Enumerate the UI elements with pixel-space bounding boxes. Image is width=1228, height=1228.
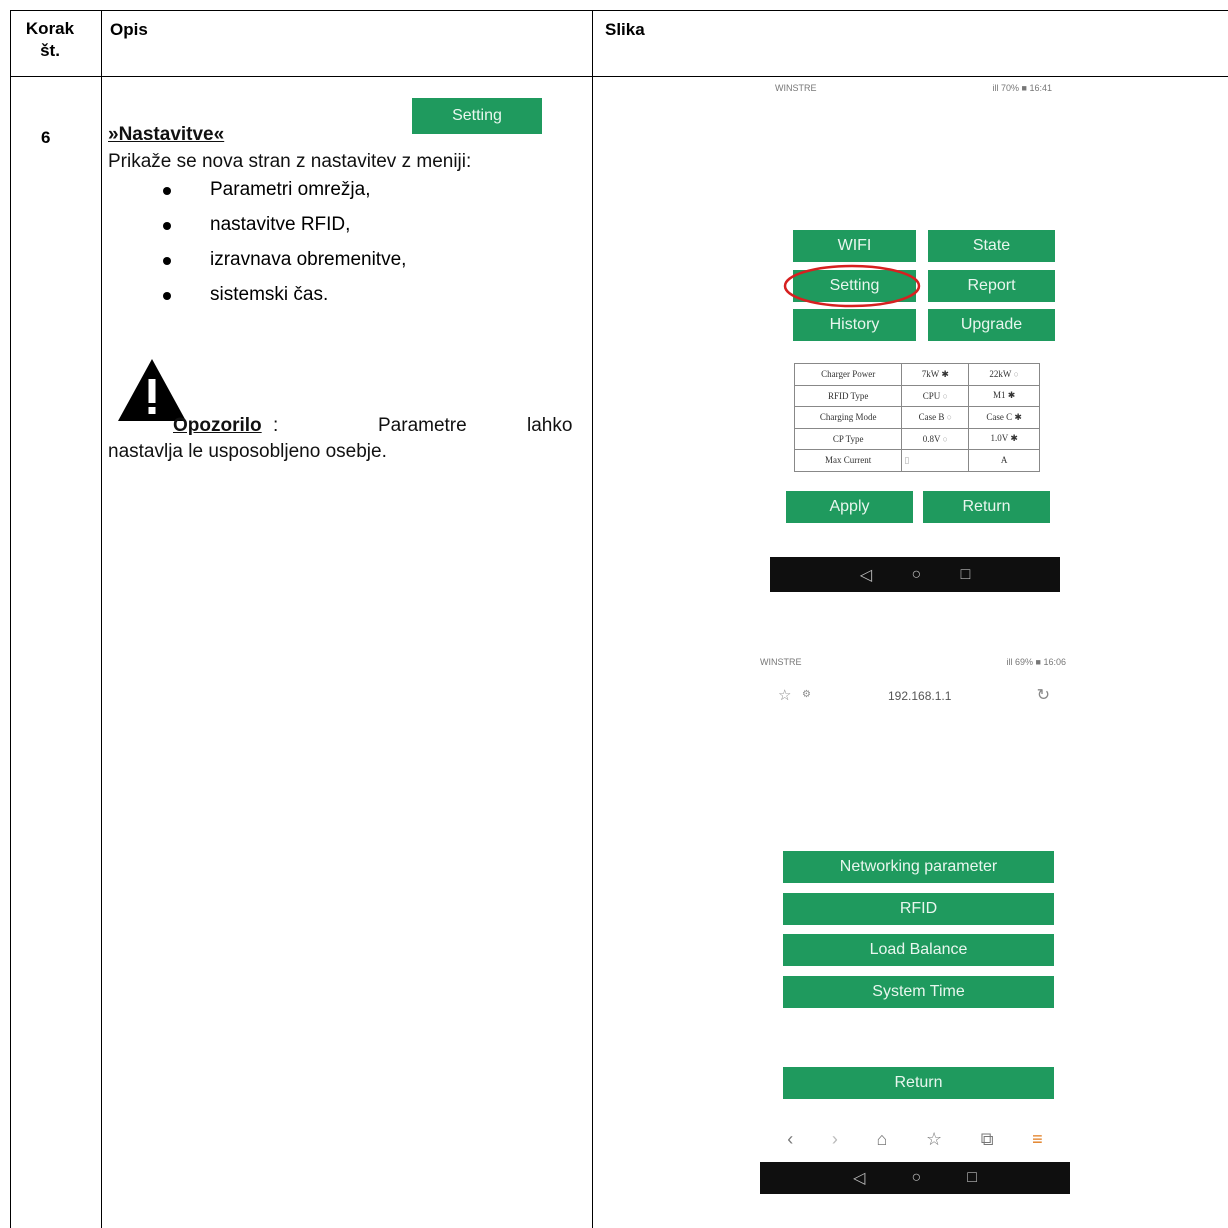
state-button[interactable]: State xyxy=(928,230,1055,262)
row-label: Charger Power xyxy=(793,363,903,386)
phone-screenshot-settings-menu: WINSTRE ill 69% ■ 16:06 ☆ ⚙ 192.168.1.1 … xyxy=(760,652,1070,1194)
reload-icon[interactable]: ↻ xyxy=(1037,685,1050,705)
option-cell[interactable]: Case B ○ xyxy=(901,406,970,429)
networking-parameter-button[interactable]: Networking parameter xyxy=(783,851,1054,883)
wifi-button[interactable]: WIFI xyxy=(793,230,916,262)
setting-button-example: Setting xyxy=(412,98,542,134)
option-cell[interactable]: M1 ✱ xyxy=(968,384,1040,407)
list-item: sistemski čas. xyxy=(160,283,406,318)
browser-forward-icon[interactable]: › xyxy=(832,1129,838,1150)
column-divider-2 xyxy=(592,10,593,1228)
option-cell[interactable]: Case C ✱ xyxy=(968,406,1040,429)
browser-bottom-bar: ‹ › ⌂ ☆ ⧉ ≡ xyxy=(760,1120,1070,1158)
browser-url-bar: ☆ ⚙ 192.168.1.1 ↻ xyxy=(760,680,1070,714)
settings-table: Charger Power 7kW ✱ 22kW ○ RFID Type CPU… xyxy=(793,363,1040,472)
table-row: Charging Mode Case B ○ Case C ✱ xyxy=(793,406,1040,429)
menu-icon[interactable]: ≡ xyxy=(1032,1129,1043,1150)
carrier-label: WINSTRE xyxy=(760,657,802,667)
list-item: izravnava obremenitve, xyxy=(160,248,406,283)
table-border-top xyxy=(10,10,1228,11)
report-button[interactable]: Report xyxy=(928,270,1055,302)
load-balance-button[interactable]: Load Balance xyxy=(783,934,1054,966)
header-description: Opis xyxy=(110,20,148,39)
browser-home-icon[interactable]: ⌂ xyxy=(876,1129,887,1150)
home-icon[interactable]: ○ xyxy=(911,1169,921,1187)
back-icon[interactable]: ◁ xyxy=(853,1168,865,1188)
system-time-button[interactable]: System Time xyxy=(783,976,1054,1008)
bookmarks-icon[interactable]: ☆ xyxy=(926,1129,942,1150)
warning-word-1: Parametre xyxy=(378,415,467,436)
tabs-icon[interactable]: ⧉ xyxy=(981,1129,994,1150)
list-item: Parametri omrežja, xyxy=(160,178,406,213)
table-row: Max Current ▯ A xyxy=(793,449,1040,472)
option-cell[interactable]: CPU ○ xyxy=(901,384,970,407)
column-divider-1 xyxy=(101,10,102,1228)
recent-apps-icon[interactable]: □ xyxy=(967,1169,977,1187)
step-number: 6 xyxy=(41,128,51,147)
home-icon[interactable]: ○ xyxy=(911,566,921,584)
unit-label: A xyxy=(968,449,1040,472)
max-current-input[interactable]: ▯ xyxy=(901,449,970,472)
intro-text: Prikaže se nova stran z nastavitev z men… xyxy=(108,151,472,172)
back-icon[interactable]: ◁ xyxy=(860,565,872,585)
warning-text: nastavlja le usposobljeno osebje. xyxy=(108,441,387,462)
bookmark-star-icon[interactable]: ☆ xyxy=(778,686,791,704)
section-heading: »Nastavitve« xyxy=(108,124,225,145)
browser-back-icon[interactable]: ‹ xyxy=(787,1129,793,1150)
menu-list: Parametri omrežja, nastavitve RFID, izra… xyxy=(160,178,406,318)
return-button[interactable]: Return xyxy=(923,491,1050,523)
status-indicators: ill 70% ■ 16:41 xyxy=(992,83,1052,93)
url-text[interactable]: 192.168.1.1 xyxy=(888,689,951,703)
phone-screenshot-main-menu: WINSTRE ill 70% ■ 16:41 WIFI State Setti… xyxy=(770,80,1060,592)
warning-icon xyxy=(118,359,186,421)
status-indicators: ill 69% ■ 16:06 xyxy=(1006,657,1066,667)
warning-word-2: lahko xyxy=(527,415,573,436)
table-row: CP Type 0.8V ○ 1.0V ✱ xyxy=(793,427,1040,450)
option-cell[interactable]: 7kW ✱ xyxy=(901,363,970,386)
row-label: Charging Mode xyxy=(793,406,903,429)
table-border-left xyxy=(10,10,11,1228)
row-label: Max Current xyxy=(793,449,903,472)
header-divider xyxy=(10,76,1228,77)
header-image: Slika xyxy=(605,20,645,39)
option-cell[interactable]: 1.0V ✱ xyxy=(968,427,1040,450)
header-step: Korak št. xyxy=(25,19,75,60)
warning-colon: : xyxy=(273,415,279,436)
site-settings-icon[interactable]: ⚙ xyxy=(802,689,811,700)
recent-apps-icon[interactable]: □ xyxy=(961,566,971,584)
table-row: Charger Power 7kW ✱ 22kW ○ xyxy=(793,363,1040,386)
android-nav-bar: ◁ ○ □ xyxy=(760,1162,1070,1194)
highlight-circle xyxy=(783,264,921,308)
option-cell[interactable]: 22kW ○ xyxy=(968,363,1040,386)
upgrade-button[interactable]: Upgrade xyxy=(928,309,1055,341)
apply-button[interactable]: Apply xyxy=(786,491,913,523)
row-label: CP Type xyxy=(793,427,903,450)
list-item: nastavitve RFID, xyxy=(160,213,406,248)
return-button[interactable]: Return xyxy=(783,1067,1054,1099)
table-row: RFID Type CPU ○ M1 ✱ xyxy=(793,384,1040,407)
carrier-label: WINSTRE xyxy=(775,83,817,93)
row-label: RFID Type xyxy=(793,384,903,407)
rfid-button[interactable]: RFID xyxy=(783,893,1054,925)
history-button[interactable]: History xyxy=(793,309,916,341)
option-cell[interactable]: 0.8V ○ xyxy=(901,427,970,450)
warning-label: Opozorilo xyxy=(173,415,262,436)
android-nav-bar: ◁ ○ □ xyxy=(770,557,1060,592)
